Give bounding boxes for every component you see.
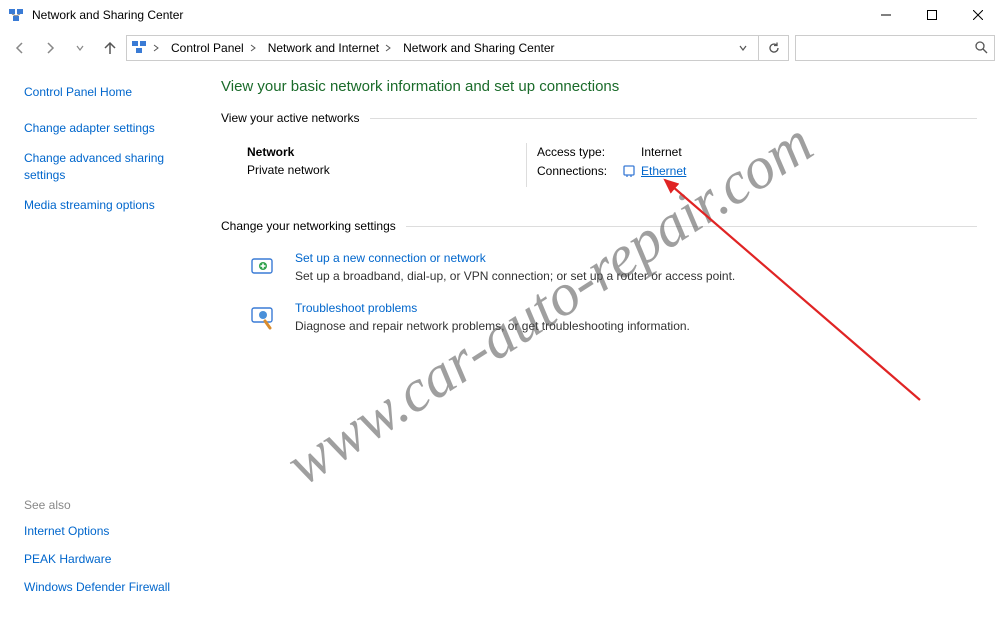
divider xyxy=(370,118,977,119)
breadcrumb-label: Control Panel xyxy=(171,41,244,55)
connections-row: Connections: Ethernet xyxy=(537,163,686,179)
troubleshoot-desc: Diagnose and repair network problems, or… xyxy=(295,319,690,333)
chevron-right-icon xyxy=(248,43,258,53)
search-icon xyxy=(974,40,988,57)
active-networks-header: View your active networks xyxy=(221,111,977,125)
control-panel-icon xyxy=(131,39,147,58)
sidebar-link-media-streaming[interactable]: Media streaming options xyxy=(24,197,197,213)
breadcrumb-item[interactable]: Control Panel xyxy=(167,36,264,60)
breadcrumb-label: Network and Internet xyxy=(268,41,379,55)
address-dropdown[interactable] xyxy=(728,36,758,60)
sidebar-link-advanced-sharing[interactable]: Change advanced sharing settings xyxy=(24,150,197,182)
divider xyxy=(406,226,977,227)
troubleshoot-item: Troubleshoot problems Diagnose and repai… xyxy=(247,301,977,333)
address-bar[interactable]: Control Panel Network and Internet Netwo… xyxy=(126,35,789,61)
seealso-firewall[interactable]: Windows Defender Firewall xyxy=(24,580,197,594)
titlebar: Network and Sharing Center xyxy=(0,0,1001,30)
network-identity: Network Private network xyxy=(247,143,527,187)
forward-button[interactable] xyxy=(36,34,64,62)
chevron-right-icon xyxy=(383,43,393,53)
recent-dropdown[interactable] xyxy=(66,34,94,62)
network-details: Access type: Internet Connections: Ether… xyxy=(527,143,686,187)
body: Control Panel Home Change adapter settin… xyxy=(0,66,1001,626)
page-heading: View your basic network information and … xyxy=(221,78,977,95)
ethernet-link[interactable]: Ethernet xyxy=(641,164,686,178)
network-type: Private network xyxy=(247,163,516,177)
access-type-value: Internet xyxy=(641,145,682,159)
breadcrumb-item[interactable]: Network and Internet xyxy=(264,36,399,60)
app-icon xyxy=(8,7,24,23)
breadcrumb-root[interactable] xyxy=(127,36,167,60)
navbar: Control Panel Network and Internet Netwo… xyxy=(0,30,1001,66)
see-also-header: See also xyxy=(24,498,197,512)
window-controls xyxy=(863,0,1001,30)
troubleshoot-icon xyxy=(247,301,279,333)
sidebar-link-adapter[interactable]: Change adapter settings xyxy=(24,120,197,136)
breadcrumb-label: Network and Sharing Center xyxy=(403,41,554,55)
network-row: Network Private network Access type: Int… xyxy=(247,143,977,187)
ethernet-icon xyxy=(621,163,637,179)
section-label: View your active networks xyxy=(221,111,360,125)
setup-connection-desc: Set up a broadband, dial-up, or VPN conn… xyxy=(295,269,735,283)
troubleshoot-text: Troubleshoot problems Diagnose and repai… xyxy=(295,301,690,333)
setup-connection-icon xyxy=(247,251,279,283)
connections-label: Connections: xyxy=(537,164,621,178)
window-title: Network and Sharing Center xyxy=(32,8,863,22)
setup-connection-item: Set up a new connection or network Set u… xyxy=(247,251,977,283)
access-type-row: Access type: Internet xyxy=(537,145,686,159)
back-button[interactable] xyxy=(6,34,34,62)
maximize-button[interactable] xyxy=(909,0,955,30)
breadcrumb-item[interactable]: Network and Sharing Center xyxy=(399,36,560,60)
main-content: View your basic network information and … xyxy=(205,66,1001,626)
section-label: Change your networking settings xyxy=(221,219,396,233)
setup-connection-link[interactable]: Set up a new connection or network xyxy=(295,251,735,265)
setup-connection-text: Set up a new connection or network Set u… xyxy=(295,251,735,283)
close-button[interactable] xyxy=(955,0,1001,30)
refresh-button[interactable] xyxy=(758,36,788,60)
search-input[interactable] xyxy=(795,35,995,61)
up-button[interactable] xyxy=(96,34,124,62)
control-panel-home-link[interactable]: Control Panel Home xyxy=(24,84,197,100)
change-settings-header: Change your networking settings xyxy=(221,219,977,233)
seealso-internet-options[interactable]: Internet Options xyxy=(24,524,197,538)
access-type-label: Access type: xyxy=(537,145,621,159)
seealso-peak-hardware[interactable]: PEAK Hardware xyxy=(24,552,197,566)
minimize-button[interactable] xyxy=(863,0,909,30)
chevron-right-icon xyxy=(151,43,161,53)
network-name: Network xyxy=(247,145,516,159)
sidebar: Control Panel Home Change adapter settin… xyxy=(0,66,205,626)
troubleshoot-link[interactable]: Troubleshoot problems xyxy=(295,301,690,315)
